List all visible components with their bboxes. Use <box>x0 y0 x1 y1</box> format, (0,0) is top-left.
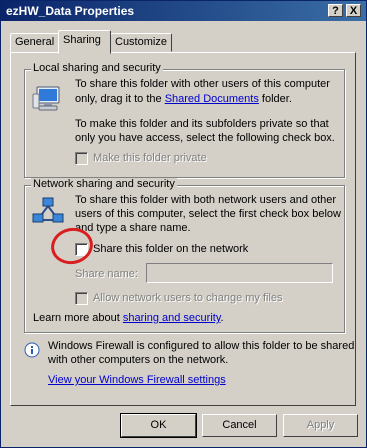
title-bar[interactable]: ezHW_Data Properties ? X <box>1 1 366 21</box>
learn-more-text: Learn more about sharing and security. <box>33 311 224 325</box>
help-icon: ? <box>332 5 339 17</box>
window-title: ezHW_Data Properties <box>6 4 135 18</box>
tab-sharing[interactable]: Sharing <box>58 30 111 54</box>
tab-customize-label: Customize <box>115 36 167 48</box>
sharing-panel: Local sharing and security To share this… <box>10 52 356 406</box>
allow-change-files-label: Allow network users to change my files <box>93 292 283 304</box>
share-on-network-label: Share this folder on the network <box>93 243 249 255</box>
local-text-line2: only, drag it to the Shared Documents fo… <box>75 92 292 106</box>
computer-icon <box>32 86 60 111</box>
help-button[interactable]: ? <box>328 4 343 17</box>
allow-change-files-checkbox[interactable] <box>75 292 88 305</box>
cancel-button[interactable]: Cancel <box>202 414 277 437</box>
local-text-line1: To share this folder with other users of… <box>75 78 330 90</box>
network-icon <box>32 197 64 223</box>
tab-sharing-label: Sharing <box>63 34 101 46</box>
share-name-label: Share name: <box>75 268 138 280</box>
close-button[interactable]: X <box>346 4 361 17</box>
tab-general-label: General <box>15 36 55 48</box>
learn-more-suffix: . <box>220 312 224 324</box>
info-icon <box>24 342 40 358</box>
firewall-text-line2: with other computers on the network. <box>48 354 229 366</box>
local-text-line4: only you have access, select the followi… <box>75 132 335 144</box>
make-private-label: Make this folder private <box>93 152 207 164</box>
firewall-text-line1: Windows Firewall is configured to allow … <box>48 340 355 352</box>
shared-documents-link[interactable]: Shared Documents <box>165 93 259 105</box>
local-text-line2-pre: only, drag it to the <box>75 93 165 105</box>
apply-button[interactable]: Apply <box>283 414 358 437</box>
tab-customize[interactable]: Customize <box>110 33 172 52</box>
local-text-line2-post: folder. <box>258 93 292 105</box>
network-text-line2: users of this computer, select the first… <box>75 208 341 220</box>
local-sharing-legend: Local sharing and security <box>31 62 163 74</box>
make-private-checkbox[interactable] <box>75 152 88 165</box>
local-text-line3: To make this folder and its subfolders p… <box>75 118 329 130</box>
network-sharing-legend: Network sharing and security <box>31 178 177 190</box>
ok-button[interactable]: OK <box>120 413 197 438</box>
network-text-line3: and type a share name. <box>75 222 191 234</box>
share-name-input[interactable] <box>146 263 333 283</box>
close-icon: X <box>349 5 358 17</box>
local-sharing-group: Local sharing and security To share this… <box>24 62 345 178</box>
sharing-security-link[interactable]: sharing and security <box>123 312 221 324</box>
network-text-line1: To share this folder with both network u… <box>75 194 337 206</box>
tab-general[interactable]: General <box>10 33 60 52</box>
firewall-settings-link[interactable]: View your Windows Firewall settings <box>48 373 226 387</box>
learn-more-prefix: Learn more about <box>33 312 123 324</box>
properties-dialog: ezHW_Data Properties ? X General Sharing… <box>0 0 367 448</box>
